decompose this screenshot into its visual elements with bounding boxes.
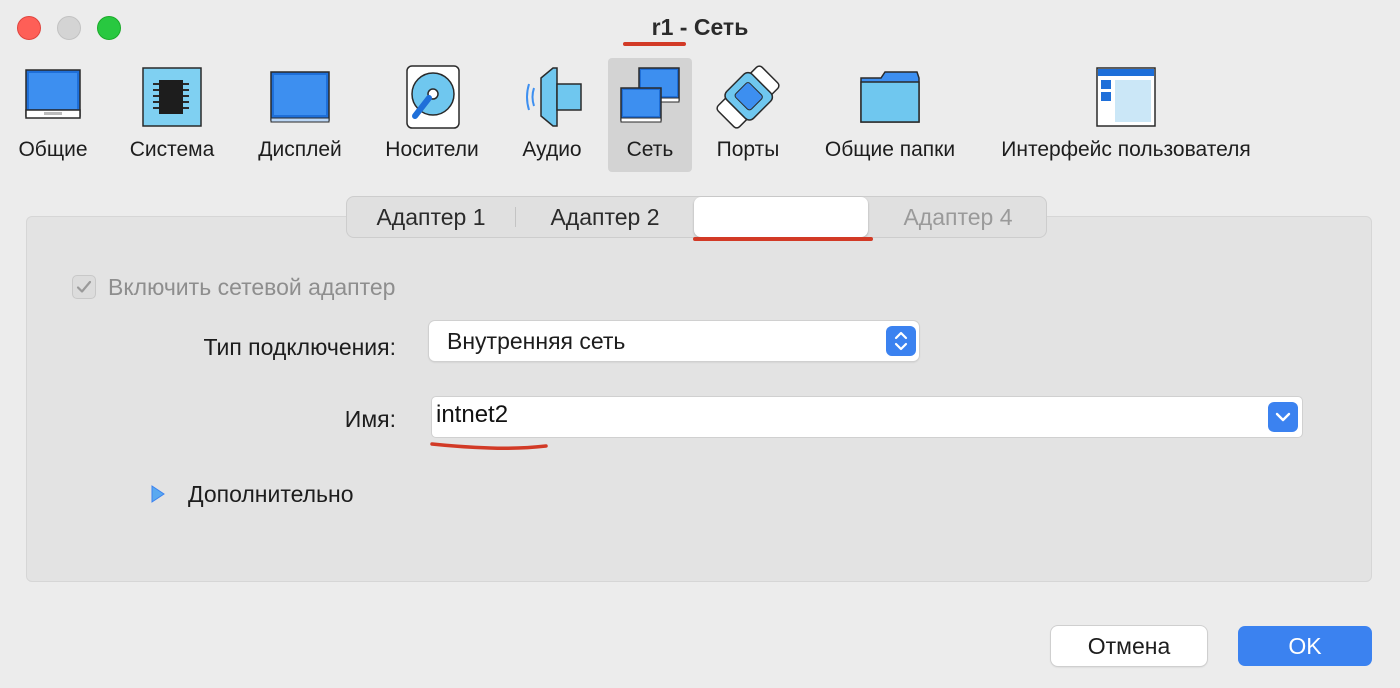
toolbar-system[interactable]: Система	[120, 58, 224, 172]
name-label: Имя:	[344, 406, 396, 432]
toolbar-ports[interactable]: Порты	[706, 58, 790, 172]
select-arrows-icon	[886, 326, 916, 356]
connection-type-value: Внутренняя сеть	[447, 328, 626, 354]
name-value: intnet2	[436, 401, 509, 428]
connection-type-label: Тип подключения:	[203, 334, 396, 360]
toolbar-network[interactable]: Сеть	[608, 58, 692, 172]
adapter-tabs: Адаптер 1 Адаптер 2 Адаптер 4	[346, 196, 1047, 238]
window-title: r1 - Сеть	[651, 14, 749, 40]
network-icon	[620, 67, 680, 123]
settings-toolbar: Общие Система Дисплей Носители Аудио Сет…	[0, 56, 1400, 174]
toolbar-label: Аудио	[522, 138, 582, 161]
annotation-underline	[623, 42, 686, 46]
enable-adapter-label: Включить сетевой адаптер	[108, 273, 396, 300]
annotation-underline	[430, 442, 548, 450]
toolbar-shared-folders[interactable]: Общие папки	[818, 58, 962, 172]
toolbar-user-interface[interactable]: Интерфейс пользователя	[996, 58, 1256, 172]
toolbar-audio[interactable]: Аудио	[510, 58, 594, 172]
ok-button[interactable]: OK	[1238, 626, 1372, 666]
connection-type-select[interactable]: Внутренняя сеть	[429, 321, 919, 361]
enable-adapter-row: Включить сетевой адаптер	[72, 272, 395, 302]
tab-adapter-3[interactable]	[694, 197, 868, 237]
user-interface-window-icon	[1096, 67, 1156, 127]
annotation-underline	[693, 237, 873, 241]
display-monitor-icon	[270, 71, 330, 123]
toolbar-label: Система	[129, 138, 215, 161]
tab-adapter-2[interactable]: Адаптер 2	[517, 197, 693, 237]
checkmark-icon	[76, 280, 92, 293]
advanced-label: Дополнительно	[188, 480, 354, 507]
storage-disk-icon	[406, 65, 460, 129]
toolbar-general[interactable]: Общие	[8, 58, 98, 172]
advanced-disclosure[interactable]: Дополнительно	[150, 480, 354, 508]
chevron-down-icon[interactable]	[1268, 402, 1298, 432]
toolbar-label: Сеть	[626, 138, 674, 161]
cancel-button[interactable]: Отмена	[1051, 626, 1207, 666]
toolbar-label: Носители	[385, 138, 479, 161]
disclosure-triangle-icon	[151, 485, 165, 503]
name-combobox[interactable]: intnet2	[432, 397, 1302, 437]
toolbar-label: Дисплей	[258, 138, 342, 161]
ports-connector-icon	[716, 65, 780, 129]
toolbar-label: Общие	[18, 138, 88, 161]
system-chip-icon	[142, 67, 202, 127]
title-bar: r1 - Сеть	[0, 0, 1400, 56]
toolbar-storage[interactable]: Носители	[376, 58, 488, 172]
tab-adapter-1[interactable]: Адаптер 1	[349, 197, 513, 237]
general-monitor-icon	[25, 69, 81, 119]
tab-divider	[515, 207, 516, 227]
enable-adapter-checkbox[interactable]	[72, 275, 96, 299]
toolbar-label: Порты	[716, 138, 780, 161]
toolbar-label: Интерфейс пользователя	[1001, 138, 1251, 161]
toolbar-label: Общие папки	[824, 138, 956, 161]
toolbar-display[interactable]: Дисплей	[248, 58, 352, 172]
shared-folder-icon	[860, 71, 920, 123]
audio-speaker-icon	[526, 67, 582, 127]
tab-adapter-4[interactable]: Адаптер 4	[871, 197, 1045, 237]
